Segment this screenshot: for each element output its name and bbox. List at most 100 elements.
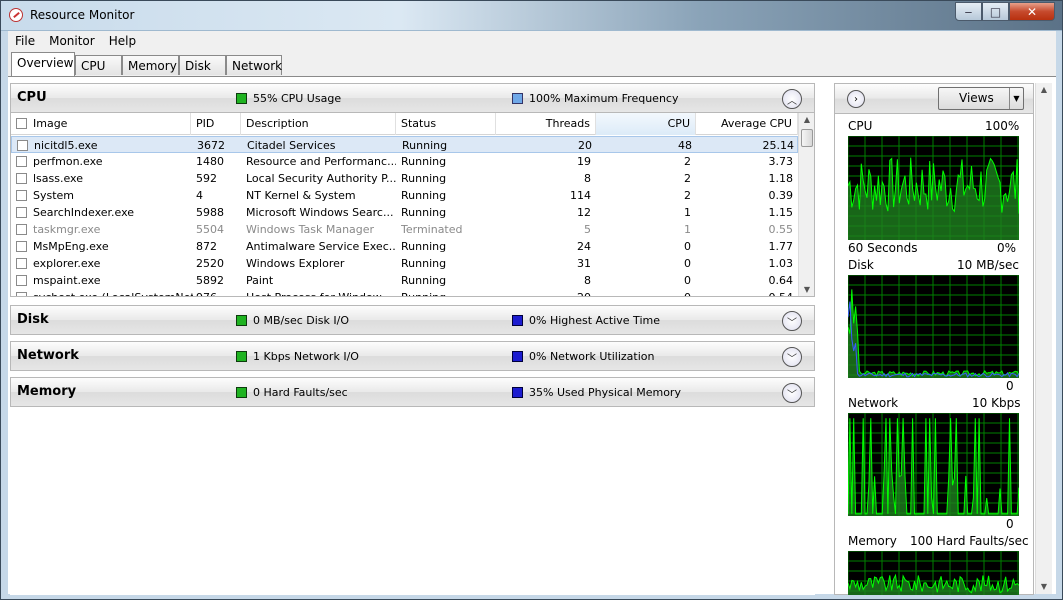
select-all-checkbox[interactable]: [16, 118, 27, 129]
table-cell-pid: 5504: [196, 223, 224, 236]
cpu-process-table: Image PID Description Status Threads CPU…: [10, 113, 815, 297]
row-checkbox[interactable]: [16, 207, 27, 218]
expand-down-icon[interactable]: ﹀: [782, 347, 802, 367]
table-cell-average-cpu: 0.55: [768, 223, 794, 236]
disk-section-header[interactable]: Disk 0 MB/sec Disk I/O 0% Highest Active…: [10, 305, 815, 335]
menu-help[interactable]: Help: [102, 34, 143, 48]
row-checkbox[interactable]: [16, 224, 27, 235]
row-checkbox[interactable]: [17, 140, 28, 151]
row-checkbox[interactable]: [16, 292, 27, 296]
row-checkbox[interactable]: [16, 173, 27, 184]
network-utilization-legend-icon: [512, 351, 523, 362]
collapse-right-icon[interactable]: ›: [847, 90, 865, 108]
column-image[interactable]: Image: [11, 113, 191, 135]
collapse-up-icon[interactable]: ︿: [782, 89, 802, 109]
scroll-up-icon[interactable]: ▲: [799, 113, 814, 127]
table-cell-cpu: 1: [684, 206, 691, 219]
cpu-graph-title: CPU: [848, 119, 873, 133]
network-graph-title: Network: [848, 396, 899, 410]
views-dropdown[interactable]: Views ▼: [938, 87, 1024, 110]
table-cell-status: Running: [401, 291, 496, 296]
table-cell-image: taskmgr.exe: [33, 223, 101, 236]
minimize-button[interactable]: ‒: [955, 2, 982, 21]
column-cpu[interactable]: CPU: [596, 113, 696, 135]
tab-overview[interactable]: Overview: [11, 52, 75, 76]
active-time-stat: 0% Highest Active Time: [529, 314, 660, 327]
menu-monitor[interactable]: Monitor: [42, 34, 102, 48]
tab-cpu[interactable]: CPU: [75, 55, 122, 75]
table-cell-threads: 12: [577, 206, 591, 219]
maximize-button[interactable]: □: [982, 2, 1009, 21]
tab-memory[interactable]: Memory: [122, 55, 179, 75]
table-row[interactable]: explorer.exe 2520 Windows Explorer Running 3…: [11, 255, 798, 272]
table-cell-description: Antimalware Service Exec...: [246, 240, 396, 253]
row-checkbox[interactable]: [16, 275, 27, 286]
table-cell-image: explorer.exe: [33, 257, 101, 270]
table-cell-status: Running: [401, 274, 447, 287]
scroll-down-icon[interactable]: ▼: [1036, 580, 1052, 594]
left-pane: CPU 55% CPU Usage 100% Maximum Frequency…: [10, 83, 815, 595]
network-graph-max: 10 Kbps: [972, 396, 1021, 410]
table-cell-threads: 8: [584, 172, 591, 185]
table-row[interactable]: mspaint.exe 5892 Paint Running 8 0 0.64: [11, 272, 798, 289]
memory-graph-max: 100 Hard Faults/sec: [910, 534, 1029, 548]
physical-memory-stat: 35% Used Physical Memory: [529, 386, 681, 399]
table-cell-threads: 31: [577, 257, 591, 270]
table-row[interactable]: lsass.exe 592 Local Security Authority P..…: [11, 170, 798, 187]
table-cell-cpu: 0: [684, 274, 691, 287]
table-row[interactable]: taskmgr.exe 5504 Windows Task Manager Termi…: [11, 221, 798, 238]
row-checkbox[interactable]: [16, 258, 27, 269]
table-cell-pid: 976: [196, 291, 241, 296]
scroll-up-icon[interactable]: ▲: [1036, 83, 1052, 97]
table-row[interactable]: perfmon.exe 1480 Resource and Performanc..…: [11, 153, 798, 170]
close-button[interactable]: ✕: [1009, 2, 1055, 21]
tab-strip: Overview CPU Memory Disk Network: [8, 51, 1056, 77]
table-cell-average-cpu: 1.03: [768, 257, 794, 270]
cpu-graph: [848, 136, 1019, 240]
tab-disk[interactable]: Disk: [179, 55, 226, 75]
scroll-down-icon[interactable]: ▼: [799, 283, 814, 296]
memory-section-title: Memory: [17, 384, 77, 399]
table-row[interactable]: System 4 NT Kernel & System Running 114 2 0.39: [11, 187, 798, 204]
table-row[interactable]: svchost.exe (LocalSystemNet...976 Host Pr…: [11, 289, 798, 296]
scroll-thumb[interactable]: [801, 129, 813, 147]
column-pid[interactable]: PID: [191, 113, 241, 135]
table-row[interactable]: SearchIndexer.exe 5988 Microsoft Windows S…: [11, 204, 798, 221]
table-row[interactable]: MsMpEng.exe 872 Antimalware Service Exec..…: [11, 238, 798, 255]
graphs-scrollbar[interactable]: ▲ ▼: [1035, 83, 1052, 594]
table-cell-status: Running: [402, 139, 448, 152]
table-cell-status: Running: [401, 172, 447, 185]
memory-graph-title: Memory: [848, 534, 897, 548]
column-average-cpu[interactable]: Average CPU: [696, 113, 798, 135]
column-status[interactable]: Status: [396, 113, 496, 135]
table-cell-pid: 1480: [196, 155, 224, 168]
disk-io-legend-icon: [236, 315, 247, 326]
expand-down-icon[interactable]: ﹀: [782, 311, 802, 331]
active-time-legend-icon: [512, 315, 523, 326]
table-cell-threads: 114: [570, 189, 591, 202]
table-cell-cpu: 0: [684, 257, 691, 270]
cpu-graph-min: 0%: [997, 241, 1017, 255]
menu-file[interactable]: File: [8, 34, 42, 48]
column-description[interactable]: Description: [241, 113, 396, 135]
memory-section-header[interactable]: Memory 0 Hard Faults/sec 35% Used Physic…: [10, 377, 815, 407]
table-scrollbar[interactable]: ▲ ▼: [798, 113, 814, 296]
table-cell-cpu: 2: [684, 155, 691, 168]
row-checkbox[interactable]: [16, 190, 27, 201]
network-section-header[interactable]: Network 1 Kbps Network I/O 0% Network Ut…: [10, 341, 815, 371]
table-row[interactable]: nicitdl5.exe 3672 Citadel Services Running 2…: [11, 136, 798, 153]
dropdown-arrow-icon[interactable]: ▼: [1009, 88, 1023, 109]
table-cell-status: Running: [401, 206, 447, 219]
expand-down-icon[interactable]: ﹀: [782, 383, 802, 403]
table-cell-threads: 20: [578, 139, 592, 152]
table-cell-image: SearchIndexer.exe: [33, 206, 135, 219]
row-checkbox[interactable]: [16, 241, 27, 252]
title-bar[interactable]: Resource Monitor ‒ □ ✕: [1, 1, 1062, 30]
table-cell-pid: 592: [196, 172, 217, 185]
cpu-section-header[interactable]: CPU 55% CPU Usage 100% Maximum Frequency…: [10, 83, 815, 113]
table-cell-threads: 5: [584, 223, 591, 236]
tab-network[interactable]: Network: [226, 55, 282, 75]
network-io-stat: 1 Kbps Network I/O: [253, 350, 359, 363]
column-threads[interactable]: Threads: [496, 113, 596, 135]
row-checkbox[interactable]: [16, 156, 27, 167]
